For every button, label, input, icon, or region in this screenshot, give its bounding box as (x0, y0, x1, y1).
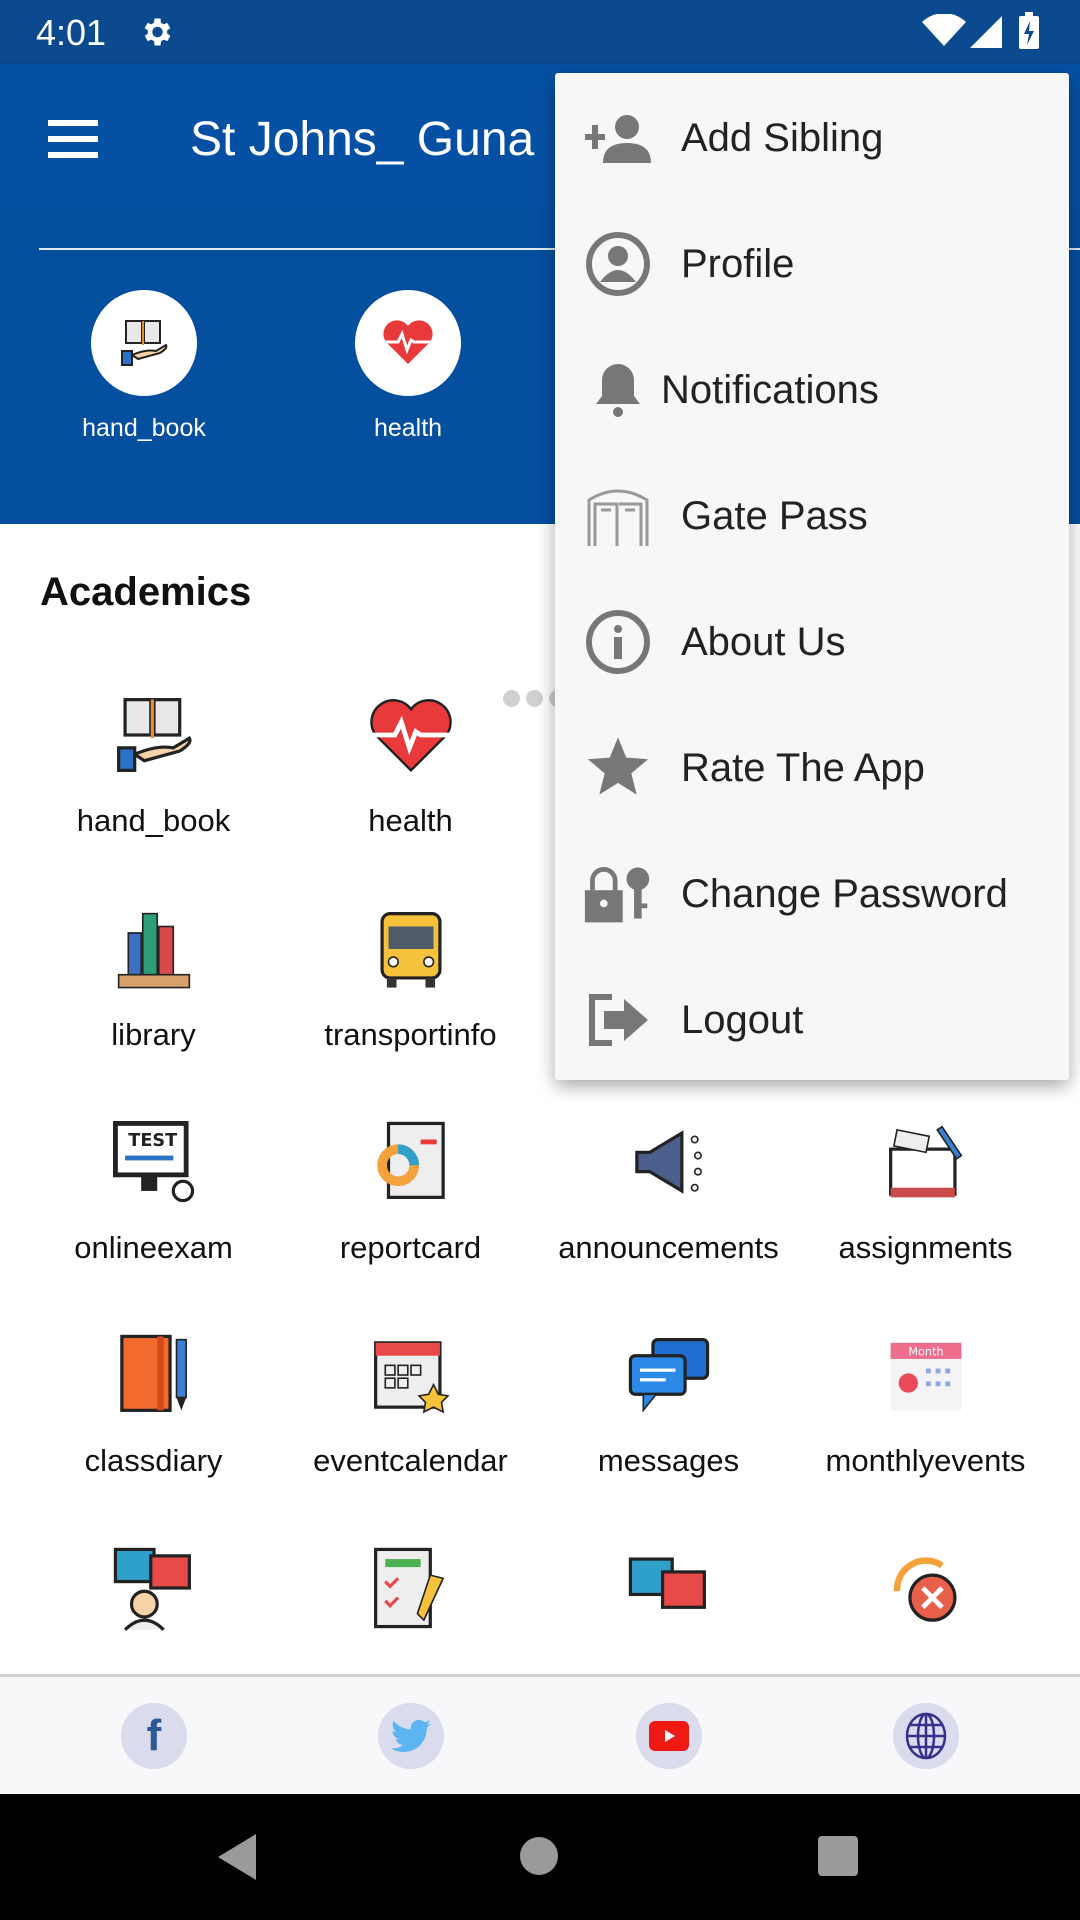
grid-item-hand-book[interactable]: hand_book (25, 690, 282, 839)
grid-item-transportinfo[interactable]: transportinfo (282, 904, 539, 1053)
grid-item-label: transportinfo (324, 1017, 497, 1052)
menu-item-about-us[interactable]: About Us (555, 579, 1069, 705)
menu-item-label: Logout (681, 997, 804, 1042)
status-bar: 4:01 (0, 0, 1080, 64)
grid-item-library[interactable]: library (25, 904, 282, 1053)
grid-item-label: monthlyevents (825, 1443, 1026, 1478)
menu-item-label: Rate The App (681, 745, 925, 790)
grid-item-monthlyevents[interactable]: Month monthlyevents (797, 1330, 1054, 1479)
cancel-icon[interactable] (881, 1543, 971, 1633)
home-icon[interactable] (520, 1837, 558, 1875)
menu-item-profile[interactable]: Profile (555, 201, 1069, 327)
grid-item-label: assignments (838, 1230, 1013, 1265)
menu-item-label: About Us (681, 619, 846, 664)
globe-icon[interactable] (893, 1703, 959, 1769)
star-icon (583, 733, 653, 803)
twitter-icon[interactable] (378, 1703, 444, 1769)
signal-icon (970, 16, 1002, 48)
bus-icon (379, 912, 442, 988)
grid-item-label: library (111, 1017, 196, 1052)
menu-item-notifications[interactable]: Notifications (555, 327, 1069, 453)
megaphone-icon (634, 1130, 702, 1194)
grid-item-assignments[interactable]: assignments (797, 1117, 1054, 1266)
menu-item-label: Add Sibling (681, 115, 884, 160)
system-nav-bar (0, 1794, 1080, 1920)
grid-item-label: announcements (558, 1230, 779, 1265)
social-footer: f (0, 1674, 1080, 1794)
feedback-thumbs-icon[interactable] (624, 1543, 714, 1633)
feedback-icon[interactable] (109, 1543, 199, 1633)
battery-charging-icon (1019, 12, 1039, 49)
report-icon (376, 1121, 445, 1199)
menu-item-add-sibling[interactable]: Add Sibling (555, 75, 1069, 201)
overflow-menu: Add Sibling Profile Notifications Gate P… (555, 73, 1069, 1080)
heart-icon (368, 699, 453, 773)
assignment-icon (888, 1125, 962, 1198)
handbook-icon (91, 290, 197, 396)
handbook-icon (116, 698, 192, 772)
test-icon: TEST (112, 1121, 194, 1203)
page-title: St Johns_ Guna (190, 113, 535, 166)
add-person-icon (583, 103, 653, 173)
library-icon (117, 912, 190, 989)
banner-item-label: health (373, 414, 443, 442)
grid-item-label: classdiary (84, 1443, 223, 1478)
banner-item-hand-book[interactable]: hand_book (44, 290, 244, 443)
messages-icon (628, 1338, 709, 1413)
gate-icon (583, 481, 653, 551)
info-icon (583, 607, 653, 677)
diary-icon (119, 1334, 187, 1412)
wifi-icon (922, 14, 966, 46)
menu-item-gate-pass[interactable]: Gate Pass (555, 453, 1069, 579)
calendar-icon (373, 1341, 450, 1414)
grid-item-label: reportcard (339, 1230, 482, 1265)
menu-item-logout[interactable]: Logout (555, 957, 1069, 1083)
menu-item-label: Change Password (681, 871, 1008, 916)
banner-item-label: hand_book (82, 414, 206, 442)
menu-item-label: Profile (681, 241, 795, 286)
facebook-icon[interactable]: f (121, 1703, 187, 1769)
menu-item-change-password[interactable]: Change Password (555, 831, 1069, 957)
section-title: Academics (40, 570, 252, 614)
menu-item-label: Notifications (661, 367, 879, 412)
grid-item-label: health (368, 803, 453, 838)
status-time: 4:01 (36, 12, 107, 53)
gear-icon (144, 18, 171, 46)
grid-item-label: hand_book (76, 803, 231, 838)
menu-item-rate-the-app[interactable]: Rate The App (555, 705, 1069, 831)
grid-item-label: eventcalendar (313, 1443, 508, 1478)
hamburger-icon[interactable] (48, 120, 98, 168)
recents-icon[interactable] (818, 1836, 858, 1876)
back-icon[interactable] (218, 1834, 258, 1880)
grid-item-health[interactable]: health (282, 690, 539, 839)
banner-item-health[interactable]: health (308, 290, 508, 443)
grid-item-label: messages (597, 1443, 740, 1478)
svg-text:TEST: TEST (128, 1131, 177, 1151)
bell-icon (583, 355, 653, 425)
grid-item-reportcard[interactable]: reportcard (282, 1117, 539, 1266)
profile-icon (583, 229, 653, 299)
svg-text:Month: Month (908, 1346, 943, 1359)
grid-item-eventcalendar[interactable]: eventcalendar (282, 1330, 539, 1479)
grid-item-announcements[interactable]: announcements (540, 1117, 797, 1266)
grid-item-label: onlineexam (74, 1230, 233, 1265)
lock-key-icon (583, 859, 653, 929)
logout-icon (583, 985, 653, 1055)
grid-item-messages[interactable]: messages (540, 1330, 797, 1479)
heart-icon (355, 290, 461, 396)
youtube-icon[interactable] (636, 1703, 702, 1769)
month-calendar-icon: Month (890, 1342, 961, 1411)
grid-item-classdiary[interactable]: classdiary (25, 1330, 282, 1479)
menu-item-label: Gate Pass (681, 493, 868, 538)
survey-icon[interactable] (366, 1543, 456, 1633)
grid-item-onlineexam[interactable]: TEST onlineexam (25, 1117, 282, 1266)
